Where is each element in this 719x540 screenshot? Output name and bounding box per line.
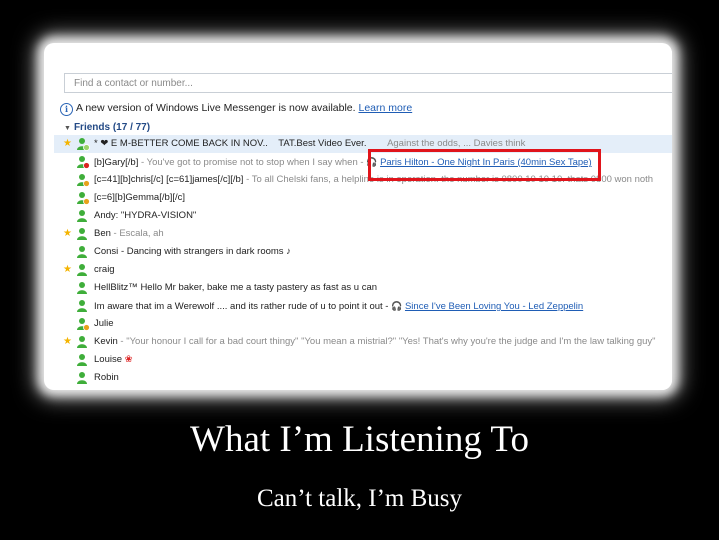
contact-name: * ❤ E M-BETTER COME BACK IN NOV.. — [94, 138, 268, 149]
buddy-icon — [77, 354, 87, 366]
flower-icon: ❀ — [124, 354, 133, 365]
contact-text: Kevin - "Your honour I call for a bad co… — [94, 333, 656, 351]
contact-text: HellBlitz™ Hello Mr baker, bake me a tas… — [94, 279, 377, 297]
contact-row[interactable]: Robin — [54, 369, 672, 387]
contact-text: Robin — [94, 369, 119, 387]
contact-extra: Against the odds, ... Davies think — [387, 138, 526, 149]
contact-name: Andy: "HYDRA-VISION" — [94, 210, 197, 221]
poster-frame: Find a contact or number... iA new versi… — [44, 43, 672, 390]
contact-name: Robin — [94, 372, 119, 383]
contact-name: [c=41][b]chris[/c] [c=61]james[/c][/b] — [94, 174, 244, 185]
contact-status: - To all Chelski fans, a helpline is in … — [246, 174, 654, 185]
buddy-icon — [77, 192, 90, 205]
contact-status: - Dancing with strangers in dark rooms ♪ — [120, 246, 291, 257]
contact-name: Ben — [94, 228, 111, 239]
contact-status: TAT.Best Video Ever. — [278, 138, 367, 149]
contact-text: [c=6][b]Gemma[/b][/c] — [94, 189, 185, 207]
buddy-icon — [77, 300, 87, 312]
contact-name: Louise — [94, 354, 122, 365]
contact-row[interactable]: ★ Ben - Escala, ah — [54, 225, 672, 243]
contact-text: Julie — [94, 315, 114, 333]
buddy-icon — [77, 246, 87, 258]
friends-group-header[interactable]: ▼ Friends (17 / 77) — [64, 122, 150, 133]
contact-row[interactable]: Consi - Dancing with strangers in dark r… — [54, 243, 672, 261]
buddy-icon — [77, 282, 87, 294]
contact-row[interactable]: HellBlitz™ Hello Mr baker, bake me a tas… — [54, 279, 672, 297]
contact-row[interactable]: ★ * ❤ E M-BETTER COME BACK IN NOV.. TAT.… — [54, 135, 672, 153]
contact-status: - Escala, ah — [113, 228, 164, 239]
buddy-icon — [77, 318, 90, 331]
buddy-icon — [77, 210, 87, 222]
poster-subtitle: Can’t talk, I’m Busy — [256, 485, 463, 512]
contact-row[interactable]: Louise ❀ — [54, 351, 672, 369]
star-icon: ★ — [63, 228, 72, 239]
contact-text: * ❤ E M-BETTER COME BACK IN NOV.. TAT.Be… — [94, 135, 525, 153]
headphones-icon: 🎧 — [366, 157, 378, 167]
contact-status: - "Your honour I call for a bad court th… — [120, 336, 656, 347]
now-playing-link[interactable]: Paris Hilton - One Night In Paris (40min… — [380, 157, 592, 168]
contact-name: Kevin — [94, 336, 118, 347]
contact-text: Andy: "HYDRA-VISION" — [94, 207, 196, 225]
contact-name: craig — [94, 264, 115, 275]
contact-text: [c=41][b]chris[/c] [c=61]james[/c][/b] -… — [94, 171, 653, 189]
notice-text: A new version of Windows Live Messenger … — [76, 102, 356, 114]
contact-text: Consi - Dancing with strangers in dark r… — [94, 243, 291, 261]
buddy-icon — [77, 228, 87, 240]
buddy-icon — [77, 264, 87, 276]
contact-row[interactable]: ★ craig — [54, 261, 672, 279]
contact-row[interactable]: [c=41][b]chris[/c] [c=61]james[/c][/b] -… — [54, 171, 672, 189]
contact-name: Julie — [94, 318, 114, 329]
star-icon: ★ — [63, 336, 72, 347]
contact-row[interactable]: Im aware that im a Werewolf .... and its… — [54, 297, 672, 315]
contact-name: [c=6][b]Gemma[/b][/c] — [94, 192, 186, 203]
contact-row[interactable]: Julie — [54, 315, 672, 333]
search-input[interactable]: Find a contact or number... — [64, 73, 672, 93]
contact-name: HellBlitz™ Hello Mr baker, bake me a tas… — [94, 282, 378, 293]
contact-row[interactable]: ★ Kevin - "Your honour I call for a bad … — [54, 333, 672, 351]
contact-status: - — [385, 301, 389, 312]
now-playing-link[interactable]: Since I've Been Loving You - Led Zeppeli… — [405, 301, 583, 312]
contact-text: Im aware that im a Werewolf .... and its… — [94, 297, 583, 316]
info-icon: i — [60, 103, 73, 116]
contact-text: Ben - Escala, ah — [94, 225, 164, 243]
headphones-icon: 🎧 — [391, 301, 403, 311]
contact-name: Consi — [94, 246, 119, 257]
learn-more-link[interactable]: Learn more — [358, 102, 412, 114]
buddy-icon — [77, 372, 87, 384]
messenger-screenshot: Find a contact or number... iA new versi… — [54, 51, 672, 390]
contact-row[interactable]: [b]Gary[/b] - You've got to promise not … — [54, 153, 672, 171]
star-icon: ★ — [63, 264, 72, 275]
contact-text: craig — [94, 261, 115, 279]
buddy-icon — [77, 156, 90, 169]
contact-name: Im aware that im a Werewolf .... and its… — [94, 301, 383, 312]
contact-row[interactable]: [c=6][b]Gemma[/b][/c] — [54, 189, 672, 207]
chevron-down-icon: ▼ — [64, 125, 71, 132]
contact-text: [b]Gary[/b] - You've got to promise not … — [94, 153, 592, 172]
contact-status: - You've got to promise not to stop when… — [141, 157, 364, 168]
group-label: Friends (17 / 77) — [73, 122, 151, 133]
contact-name: [b]Gary[/b] — [94, 157, 139, 168]
update-notice: iA new version of Windows Live Messenger… — [60, 102, 412, 116]
contact-row[interactable]: Andy: "HYDRA-VISION" — [54, 207, 672, 225]
buddy-icon — [77, 138, 90, 151]
star-icon: ★ — [63, 138, 72, 149]
contact-text: Louise ❀ — [94, 351, 133, 369]
poster-title: What I’m Listening To — [190, 419, 529, 460]
buddy-icon — [77, 336, 87, 348]
buddy-icon — [77, 174, 90, 187]
